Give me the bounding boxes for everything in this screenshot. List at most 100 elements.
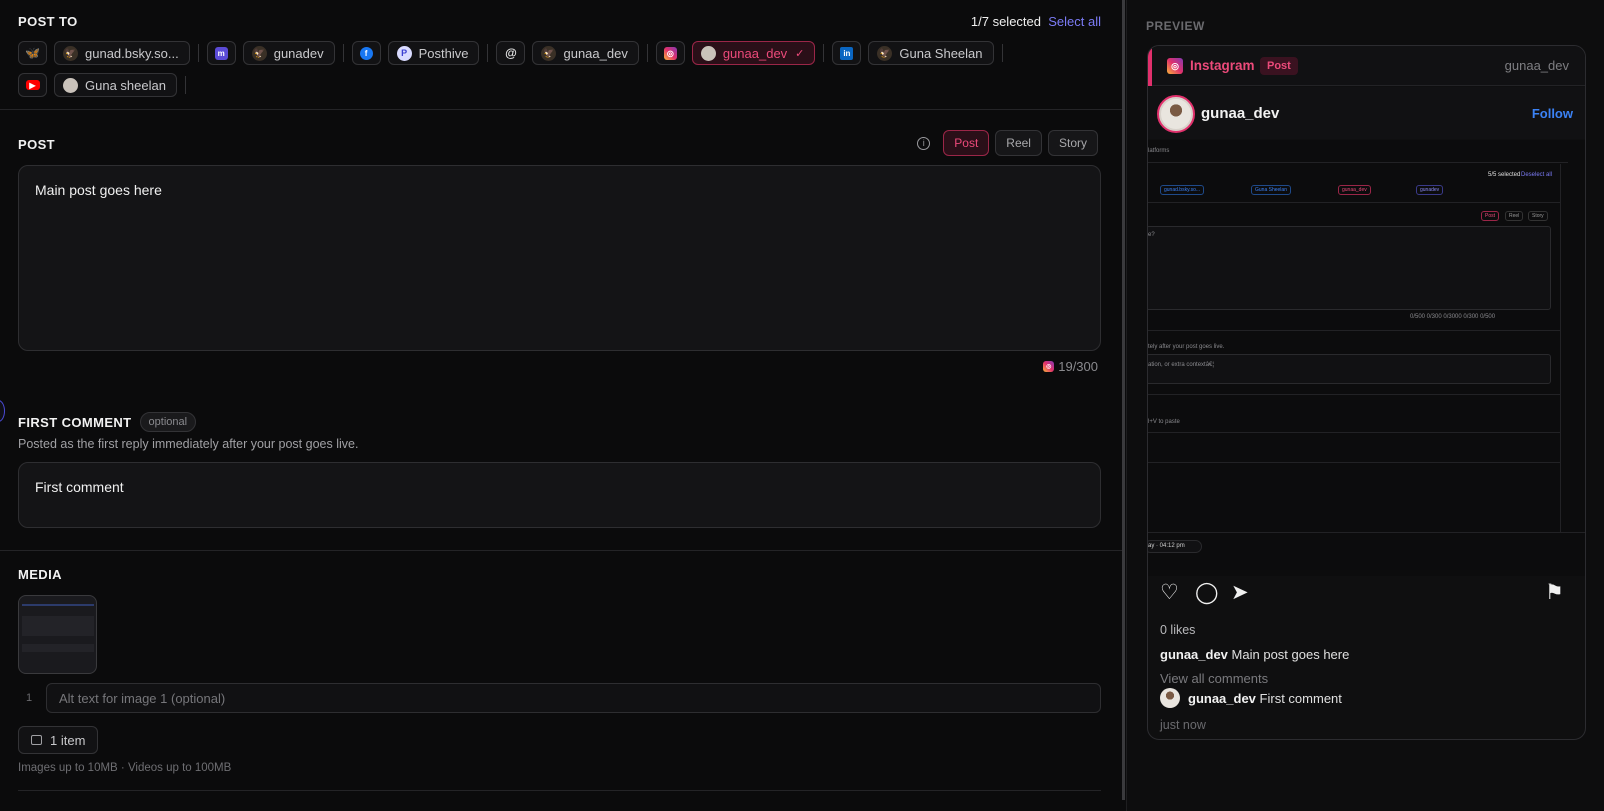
mini-text: latforms [1148,148,1170,154]
divider [197,44,199,62]
mini-chip: gunad.bsky.so... [1160,185,1205,195]
threads-icon: @ [505,46,517,60]
chip-label: gunad.bsky.so... [85,45,179,61]
divider [823,44,825,62]
post-type-reel[interactable]: Reel [995,130,1042,156]
account-chip-mastodon[interactable]: 🦅 gunadev [242,41,335,65]
youtube-filter-chip[interactable]: ▶ [18,73,47,97]
avatar [700,45,716,61]
mini-text: l+V to paste [1148,419,1180,425]
post-textarea[interactable]: Main post goes here [18,165,1101,351]
alt-text-input[interactable] [46,683,1101,713]
mini-chip: Guna Sheelan [1251,185,1291,195]
mini-text: 5/5 selected [1488,172,1521,178]
mini-text: ay · 04:12 pm [1148,543,1185,549]
preview-card-header: ◎ Instagram Post gunaa_dev [1148,46,1585,86]
mini-text: Deselect all [1521,172,1553,178]
mini-text: ation, or extra contextâ€¦ [1148,362,1214,368]
post-type-selector: i Post Reel Story [917,130,1098,156]
media-items-button[interactable]: 1 item [18,726,99,754]
mini-chip: Story [1528,211,1548,221]
facebook-filter-chip[interactable]: f [351,41,381,65]
divider [1001,44,1003,62]
mastodon-icon: m [214,46,228,60]
bluesky-filter-chip[interactable]: 🦋 [18,41,47,65]
panel-resize-handle[interactable] [1122,0,1125,800]
post-type-post[interactable]: Post [943,130,990,156]
post-section-title: POST [18,137,55,152]
chip-label: gunadev [273,45,324,61]
preview-panel: PREVIEW ◎ Instagram Post gunaa_dev gunaa… [1126,0,1604,811]
account-chip-bluesky[interactable]: 🦅 gunad.bsky.so... [54,41,190,65]
chip-label: gunaa_dev [722,45,788,61]
info-icon[interactable]: i [917,136,931,150]
linkedin-icon: in [840,46,854,60]
account-chip-facebook[interactable]: P Posthive [387,41,480,65]
caption-username[interactable]: gunaa_dev [1160,647,1228,662]
youtube-icon: ▶ [25,80,40,90]
profile-username: gunaa_dev [1201,105,1280,122]
section-divider [18,790,1101,791]
profile-bar: gunaa_dev Follow [1148,87,1585,139]
comment-username[interactable]: gunaa_dev [1188,691,1256,706]
chip-label: gunaa_dev [563,45,628,61]
first-comment-title: FIRST COMMENT [18,414,132,430]
first-comment-description: Posted as the first reply immediately af… [18,437,359,451]
post-actions: ♡ ◯ ➤ ⚑ [1160,582,1570,608]
mini-chip: Reel [1505,211,1524,221]
threads-filter-chip[interactable]: @ [496,41,526,65]
media-index: 1 [26,692,33,704]
chip-label: Guna sheelan [85,77,166,93]
media-section-title: MEDIA [18,567,62,582]
selected-count: 1/7 selected [970,14,1041,29]
bookmark-icon[interactable]: ⚑ [1545,582,1564,604]
panel-handle[interactable] [0,400,5,422]
preview-label: PREVIEW [1146,19,1205,33]
heart-icon[interactable]: ♡ [1160,582,1179,604]
media-thumbnail[interactable] [18,595,97,674]
avatar: 🦅 [251,45,267,61]
post-char-counter: ◎ 19/300 [1043,359,1098,374]
account-chip-linkedin[interactable]: 🦅 Guna Sheelan [868,41,994,65]
media-limits: Images up to 10MB · Videos up to 100MB [18,762,232,774]
view-all-comments[interactable]: View all comments [1160,671,1268,686]
section-divider [0,109,1124,110]
mini-text: e? [1148,232,1155,238]
check-icon: ✓ [795,47,805,60]
account-chip-instagram[interactable]: gunaa_dev ✓ [691,41,816,65]
mastodon-filter-chip[interactable]: m [206,41,236,65]
caption-text: Main post goes here [1231,647,1350,662]
linkedin-filter-chip[interactable]: in [832,41,862,65]
instagram-preview-card: ◎ Instagram Post gunaa_dev gunaa_dev Fol… [1147,45,1586,740]
first-comment-textarea[interactable]: First comment [18,462,1101,528]
butterfly-icon: 🦋 [25,46,40,60]
account-chip-youtube[interactable]: Guna sheelan [54,73,177,97]
post-to-title: POST TO [18,14,78,29]
comment-icon[interactable]: ◯ [1195,582,1219,604]
account-chips: 🦋 🦅 gunad.bsky.so... m 🦅 gunadev f P Posthi… [18,41,1108,105]
chip-label: Posthive [418,45,469,61]
avatar: 🦅 [877,45,893,61]
instagram-icon: ◎ [663,46,677,60]
counter-value: 19/300 [1058,359,1098,374]
divider [184,76,186,94]
instagram-filter-chip[interactable]: ◎ [655,41,685,65]
divider [646,44,648,62]
share-icon[interactable]: ➤ [1231,582,1249,604]
avatar: 🦅 [541,45,557,61]
instagram-icon: ◎ [1167,58,1183,74]
mini-chip: gunadev [1416,185,1444,195]
composer-panel: POST TO 1/7 selected Select all 🦋 🦅 gunad… [0,0,1124,811]
account-chip-threads[interactable]: 🦅 gunaa_dev [532,41,639,65]
avatar [1157,95,1195,133]
post-type-badge: Post [1260,57,1298,75]
avatar [1160,688,1180,708]
follow-button[interactable]: Follow [1532,106,1573,121]
platform-name: Instagram [1190,58,1255,73]
post-to-header: POST TO 1/7 selected Select all [18,14,1101,30]
comment-row: gunaa_dev First comment [1160,687,1342,709]
post-type-story[interactable]: Story [1047,130,1098,156]
chip-label: Guna Sheelan [899,45,983,61]
items-label: 1 item [50,732,86,748]
select-all-link[interactable]: Select all [1048,14,1101,29]
